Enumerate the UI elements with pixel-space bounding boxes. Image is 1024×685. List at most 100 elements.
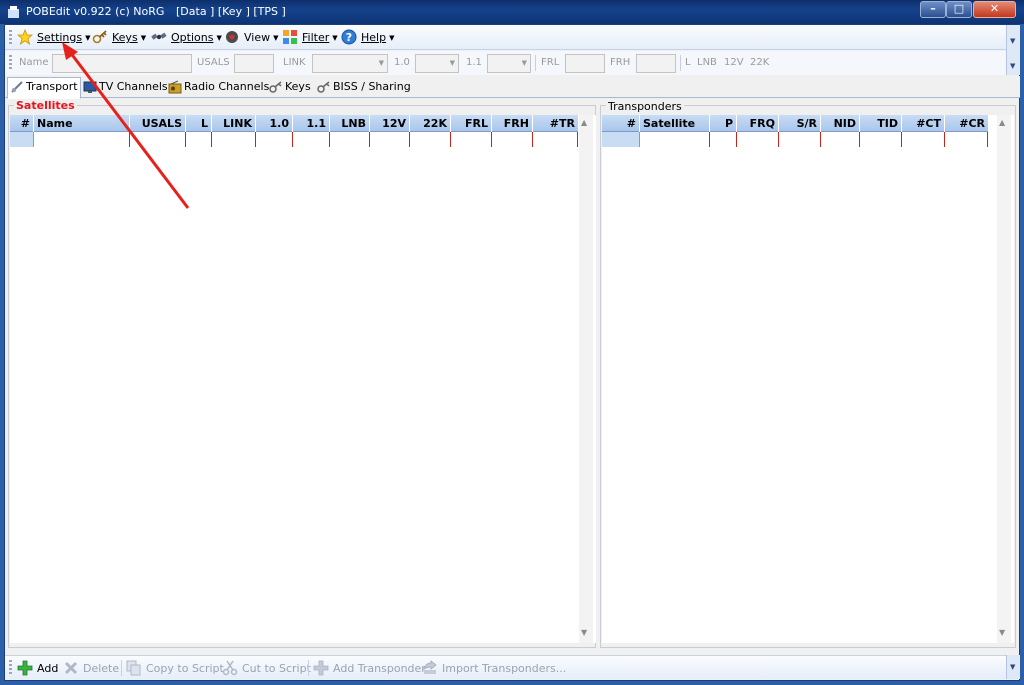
toolbar-overflow-strip[interactable]: ▼ ▼ <box>1006 25 1020 75</box>
table-cell[interactable] <box>860 132 902 147</box>
toolbar-grip[interactable] <box>9 55 12 71</box>
tab-keys-label: Keys <box>285 80 311 93</box>
col-header-usals[interactable]: USALS <box>130 115 186 132</box>
col-header-v10[interactable]: 1.0 <box>256 115 293 132</box>
table-cell[interactable] <box>945 132 988 147</box>
col-header-frl[interactable]: FRL <box>451 115 492 132</box>
col-header-satellite[interactable]: Satellite <box>640 115 710 132</box>
scroll-up-icon[interactable]: ▲ <box>581 118 587 127</box>
tab-radio-channels[interactable]: Radio Channels <box>166 78 269 98</box>
menu-view[interactable]: View ▼ <box>224 29 279 47</box>
menu-help-label: Help <box>361 31 387 44</box>
table-cell[interactable] <box>212 132 256 147</box>
table-cell[interactable] <box>779 132 821 147</box>
col-header-lnb[interactable]: LNB <box>330 115 370 132</box>
chevron-down-icon: ▼ <box>378 59 384 67</box>
toolbar-grip[interactable] <box>9 660 12 676</box>
table-cell[interactable] <box>130 132 186 147</box>
row-indicator[interactable] <box>602 132 640 147</box>
toolbar-grip[interactable] <box>9 30 12 46</box>
col-header-22k[interactable]: 22K <box>410 115 451 132</box>
table-cell[interactable] <box>710 132 737 147</box>
v10-combo[interactable]: ▼ <box>415 54 459 73</box>
table-cell[interactable] <box>737 132 779 147</box>
tab-biss-sharing[interactable]: BISS / Sharing <box>315 78 411 98</box>
table-cell[interactable] <box>410 132 451 147</box>
table-cell[interactable] <box>492 132 533 147</box>
transponders-grid: # Satellite P FRQ S/R NID TID #CT #CR ▲ … <box>602 115 1014 643</box>
table-cell[interactable] <box>330 132 370 147</box>
table-cell[interactable] <box>640 132 710 147</box>
row-indicator[interactable] <box>10 132 34 147</box>
delete-icon <box>63 660 79 676</box>
menu-filter[interactable]: Filter ▼ <box>282 29 338 47</box>
lnb-toggle[interactable]: LNB <box>697 57 717 68</box>
chevron-down-icon: ▼ <box>273 34 279 42</box>
transponders-scrollbar[interactable]: ▲ ▼ <box>997 115 1011 643</box>
col-header-sr[interactable]: S/R <box>779 115 821 132</box>
table-cell[interactable] <box>533 132 578 147</box>
col-header-index[interactable]: # <box>10 115 34 132</box>
chevron-down-icon: ▼ <box>1010 37 1016 45</box>
satellites-title: Satellites <box>14 99 77 112</box>
menu-help[interactable]: ? Help ▼ <box>341 29 394 47</box>
menu-settings[interactable]: Settings ▼ <box>16 28 91 47</box>
cut-to-script-button[interactable]: Cut to Script <box>222 660 311 676</box>
tab-keys[interactable]: Keys <box>267 78 315 98</box>
table-cell[interactable] <box>256 132 293 147</box>
close-button[interactable]: ✕ <box>973 1 1016 18</box>
scroll-down-icon[interactable]: ▼ <box>999 628 1005 637</box>
menu-options[interactable]: Options ▼ <box>151 29 222 47</box>
link-combo[interactable]: ▼ <box>312 54 388 73</box>
col-header-tr-count[interactable]: #TR <box>533 115 578 132</box>
col-header-12v[interactable]: 12V <box>370 115 410 132</box>
col-header-index[interactable]: # <box>602 115 640 132</box>
table-cell[interactable] <box>451 132 492 147</box>
col-header-link[interactable]: LINK <box>212 115 256 132</box>
table-cell[interactable] <box>186 132 212 147</box>
table-cell[interactable] <box>370 132 410 147</box>
col-header-tid[interactable]: TID <box>860 115 902 132</box>
minimize-button[interactable]: – <box>920 1 946 18</box>
menu-keys[interactable]: Keys ▼ <box>92 29 146 47</box>
v12-toggle[interactable]: 12V <box>724 57 744 68</box>
scroll-up-icon[interactable]: ▲ <box>999 118 1005 127</box>
table-row[interactable] <box>602 132 988 147</box>
col-header-frh[interactable]: FRH <box>492 115 533 132</box>
col-header-ct-count[interactable]: #CT <box>902 115 945 132</box>
bottom-toolbar-overflow[interactable]: ▼ <box>1006 655 1020 679</box>
add-transponder-button[interactable]: Add Transponder <box>313 660 426 676</box>
col-header-frq[interactable]: FRQ <box>737 115 779 132</box>
usals-field[interactable] <box>234 54 274 73</box>
table-cell[interactable] <box>34 132 130 147</box>
maximize-button[interactable]: □ <box>946 1 972 18</box>
l-toggle[interactable]: L <box>685 57 691 68</box>
k22-toggle[interactable]: 22K <box>750 57 769 68</box>
delete-button[interactable]: Delete <box>63 660 119 676</box>
table-row[interactable] <box>10 132 578 147</box>
satellites-scrollbar[interactable]: ▲ ▼ <box>579 115 593 643</box>
cut-to-script-label: Cut to Script <box>242 662 311 675</box>
scroll-down-icon[interactable]: ▼ <box>581 628 587 637</box>
frl-field[interactable] <box>565 54 605 73</box>
col-header-l[interactable]: L <box>186 115 212 132</box>
tab-transport[interactable]: Transport <box>7 77 81 99</box>
copy-to-script-button[interactable]: Copy to Script <box>126 660 224 676</box>
v10-label: 1.0 <box>394 57 410 68</box>
col-header-nid[interactable]: NID <box>821 115 860 132</box>
tab-tv-channels[interactable]: TV Channels <box>81 78 168 98</box>
col-header-v11[interactable]: 1.1 <box>293 115 330 132</box>
import-transponders-button[interactable]: Import Transponders... <box>422 659 566 676</box>
add-transponder-label: Add Transponder <box>333 662 426 675</box>
col-header-name[interactable]: Name <box>34 115 130 132</box>
col-header-p[interactable]: P <box>710 115 737 132</box>
add-button[interactable]: Add <box>17 660 58 676</box>
frh-field[interactable] <box>636 54 676 73</box>
col-header-cr-count[interactable]: #CR <box>945 115 988 132</box>
table-cell[interactable] <box>293 132 330 147</box>
table-cell[interactable] <box>902 132 945 147</box>
table-cell[interactable] <box>821 132 860 147</box>
v11-combo[interactable]: ▼ <box>487 54 531 73</box>
copy-to-script-label: Copy to Script <box>146 662 224 675</box>
name-field[interactable] <box>52 54 192 73</box>
